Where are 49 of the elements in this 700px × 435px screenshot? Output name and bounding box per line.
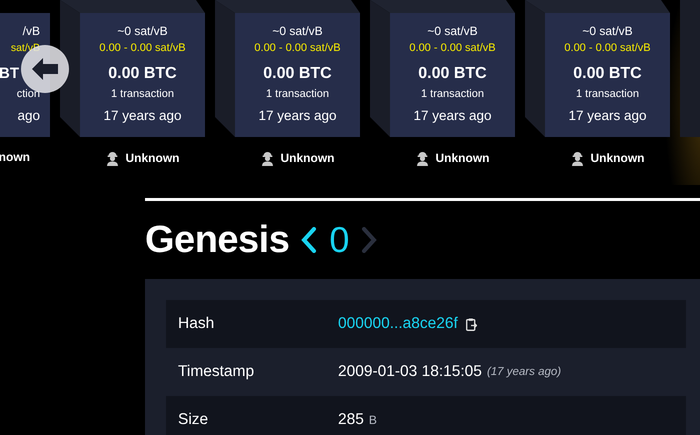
miner-name[interactable]: Unknown xyxy=(590,151,644,165)
median-fee: /vB xyxy=(22,24,40,40)
detail-label: Timestamp xyxy=(177,363,256,381)
transaction-count: ction xyxy=(16,88,40,102)
transaction-count: 1 transaction xyxy=(266,88,329,102)
block-height: 0 xyxy=(329,219,350,261)
miner-name[interactable]: Unknown xyxy=(126,151,180,165)
miner-icon xyxy=(570,150,584,166)
block-card[interactable]: ~0 sat/vB 0.00 - 0.00 sat/vB 0.00 BTC 1 transaction 17 years ago xyxy=(390,13,515,137)
miner-icon xyxy=(416,150,428,166)
arrow-left-icon xyxy=(32,58,58,80)
size-value: 285 xyxy=(338,411,364,429)
median-fee: ~0 sat/vB xyxy=(117,24,168,40)
copy-icon[interactable] xyxy=(466,318,477,330)
page-title: Genesis xyxy=(145,218,290,262)
miner-name[interactable]: Unknown xyxy=(280,151,334,165)
block-total: 0.00 BTC xyxy=(108,65,177,84)
chevron-left-icon[interactable] xyxy=(301,227,318,253)
block-total: 0.00 BTC xyxy=(263,65,332,84)
timestamp-value: 2009-01-03 18:15:05 xyxy=(338,363,482,381)
block-age: ago xyxy=(17,108,40,123)
block-age: 17 years ago xyxy=(258,108,337,123)
size-unit: B xyxy=(368,413,377,427)
transaction-count: 1 transaction xyxy=(421,88,484,102)
median-fee: ~0 sat/vB xyxy=(582,24,633,40)
miner-icon xyxy=(260,150,274,166)
miner-name[interactable]: Unknown xyxy=(436,151,490,165)
block-card[interactable]: ~0 sat/vB 0.00 - 0.00 sat/vB 0.00 BTC 1 transaction 17 years ago xyxy=(545,13,670,137)
median-fee: ~0 sat/vB xyxy=(427,24,478,40)
block-age: 17 years ago xyxy=(413,108,492,123)
relative-time: (17 years ago) xyxy=(486,366,562,378)
fee-range: 0.00 - 0.00 sat/vB xyxy=(99,42,186,56)
block-total: 0.00 BTC xyxy=(418,65,487,84)
detail-label: Hash xyxy=(177,315,216,333)
hash-link[interactable]: 000000...a8ce26f xyxy=(338,315,458,333)
block-total: 0.00 BTC xyxy=(573,65,642,84)
block-total: BT xyxy=(0,65,19,84)
block-age: 17 years ago xyxy=(103,108,182,123)
median-fee: ~0 sat/vB xyxy=(272,24,323,40)
fee-range: 0.00 - 0.00 sat/vB xyxy=(564,42,651,56)
transaction-count: 1 transaction xyxy=(576,88,639,102)
block-card[interactable]: ~0 sat/vB 0.00 - 0.00 sat/vB 0.00 BTC 1 transaction 17 years ago xyxy=(235,13,360,137)
block-age: 17 years ago xyxy=(568,108,647,123)
detail-label: Size xyxy=(177,411,210,429)
block-card[interactable]: ~0 sat/vB 0.00 - 0.00 sat/vB 0.00 BTC 1 transaction 17 years ago xyxy=(80,13,205,137)
fee-range: 0.00 - 0.00 sat/vB xyxy=(254,42,341,56)
transaction-count: 1 transaction xyxy=(111,88,174,102)
fee-range: 0.00 - 0.00 sat/vB xyxy=(409,42,496,56)
miner-icon xyxy=(106,150,118,166)
